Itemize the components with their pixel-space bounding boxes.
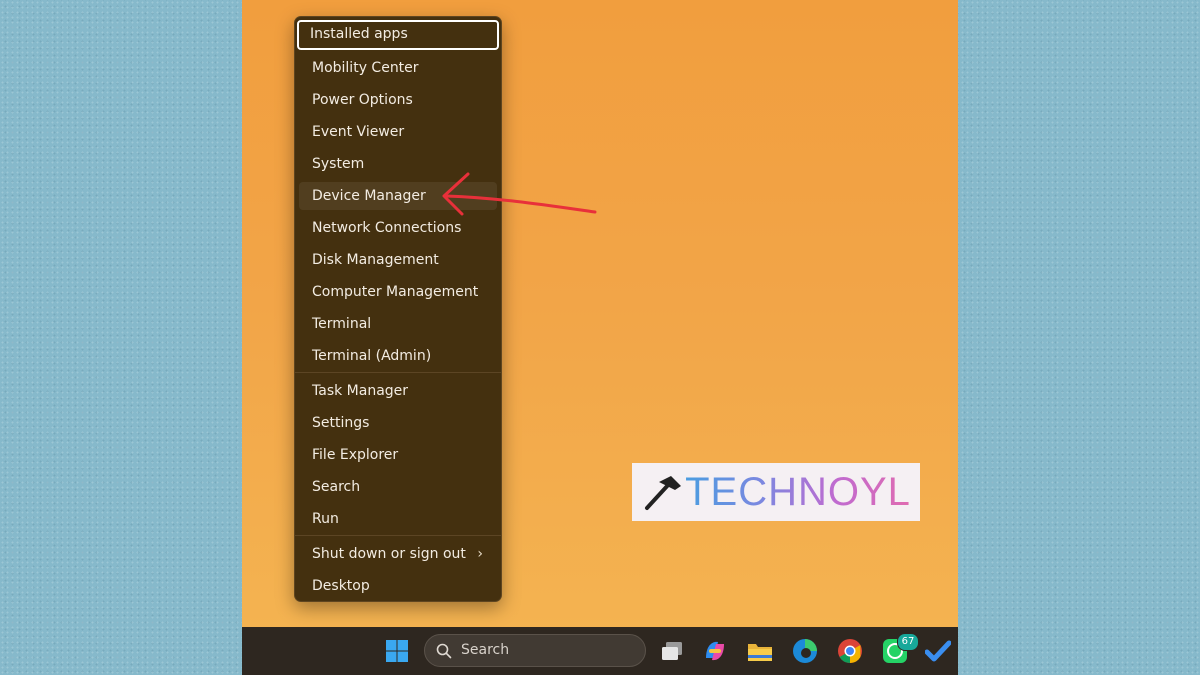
menu-item-power-options[interactable]: Power Options [299, 86, 497, 114]
technoyl-watermark: TECHNOYL [632, 463, 920, 521]
menu-item-terminal[interactable]: Terminal [299, 310, 497, 338]
menu-separator [295, 535, 501, 536]
menu-item-desktop[interactable]: Desktop [299, 572, 497, 600]
menu-item-event-viewer[interactable]: Event Viewer [299, 118, 497, 146]
notification-badge: 67 [897, 633, 919, 651]
whatsapp-icon[interactable]: 67 [879, 633, 919, 667]
watermark-text: TECHNOYL [685, 469, 911, 514]
taskbar-search-box[interactable]: Search [424, 634, 646, 667]
menu-item-mobility-center[interactable]: Mobility Center [299, 54, 497, 82]
menu-item-computer-management[interactable]: Computer Management [299, 278, 497, 306]
menu-item-installed-apps[interactable]: Installed apps [297, 20, 499, 50]
menu-item-label: Shut down or sign out [312, 546, 466, 562]
copilot-icon[interactable] [699, 635, 731, 667]
menu-item-settings[interactable]: Settings [299, 409, 497, 437]
taskbar: Search 67 [242, 627, 958, 675]
hammer-logo-icon [645, 476, 682, 510]
annotation-arrow-icon [442, 172, 597, 216]
todo-icon[interactable] [922, 635, 954, 667]
menu-item-task-manager[interactable]: Task Manager [299, 377, 497, 405]
windows-start-icon[interactable] [381, 635, 413, 667]
desktop: Installed apps Mobility Center Power Opt… [242, 0, 958, 675]
chevron-right-icon: › [477, 546, 483, 562]
menu-item-shut-down[interactable]: Shut down or sign out › [299, 540, 497, 568]
menu-item-run[interactable]: Run [299, 505, 497, 533]
menu-separator [295, 372, 501, 373]
chrome-icon[interactable] [834, 635, 866, 667]
edge-icon[interactable] [789, 635, 821, 667]
search-placeholder: Search [461, 642, 510, 658]
menu-item-disk-management[interactable]: Disk Management [299, 246, 497, 274]
menu-item-file-explorer[interactable]: File Explorer [299, 441, 497, 469]
search-icon [436, 643, 452, 659]
menu-item-terminal-admin[interactable]: Terminal (Admin) [299, 342, 497, 370]
quick-link-menu: Installed apps Mobility Center Power Opt… [294, 16, 502, 602]
task-view-icon[interactable] [656, 635, 688, 667]
menu-item-search[interactable]: Search [299, 473, 497, 501]
file-explorer-icon[interactable] [744, 635, 776, 667]
